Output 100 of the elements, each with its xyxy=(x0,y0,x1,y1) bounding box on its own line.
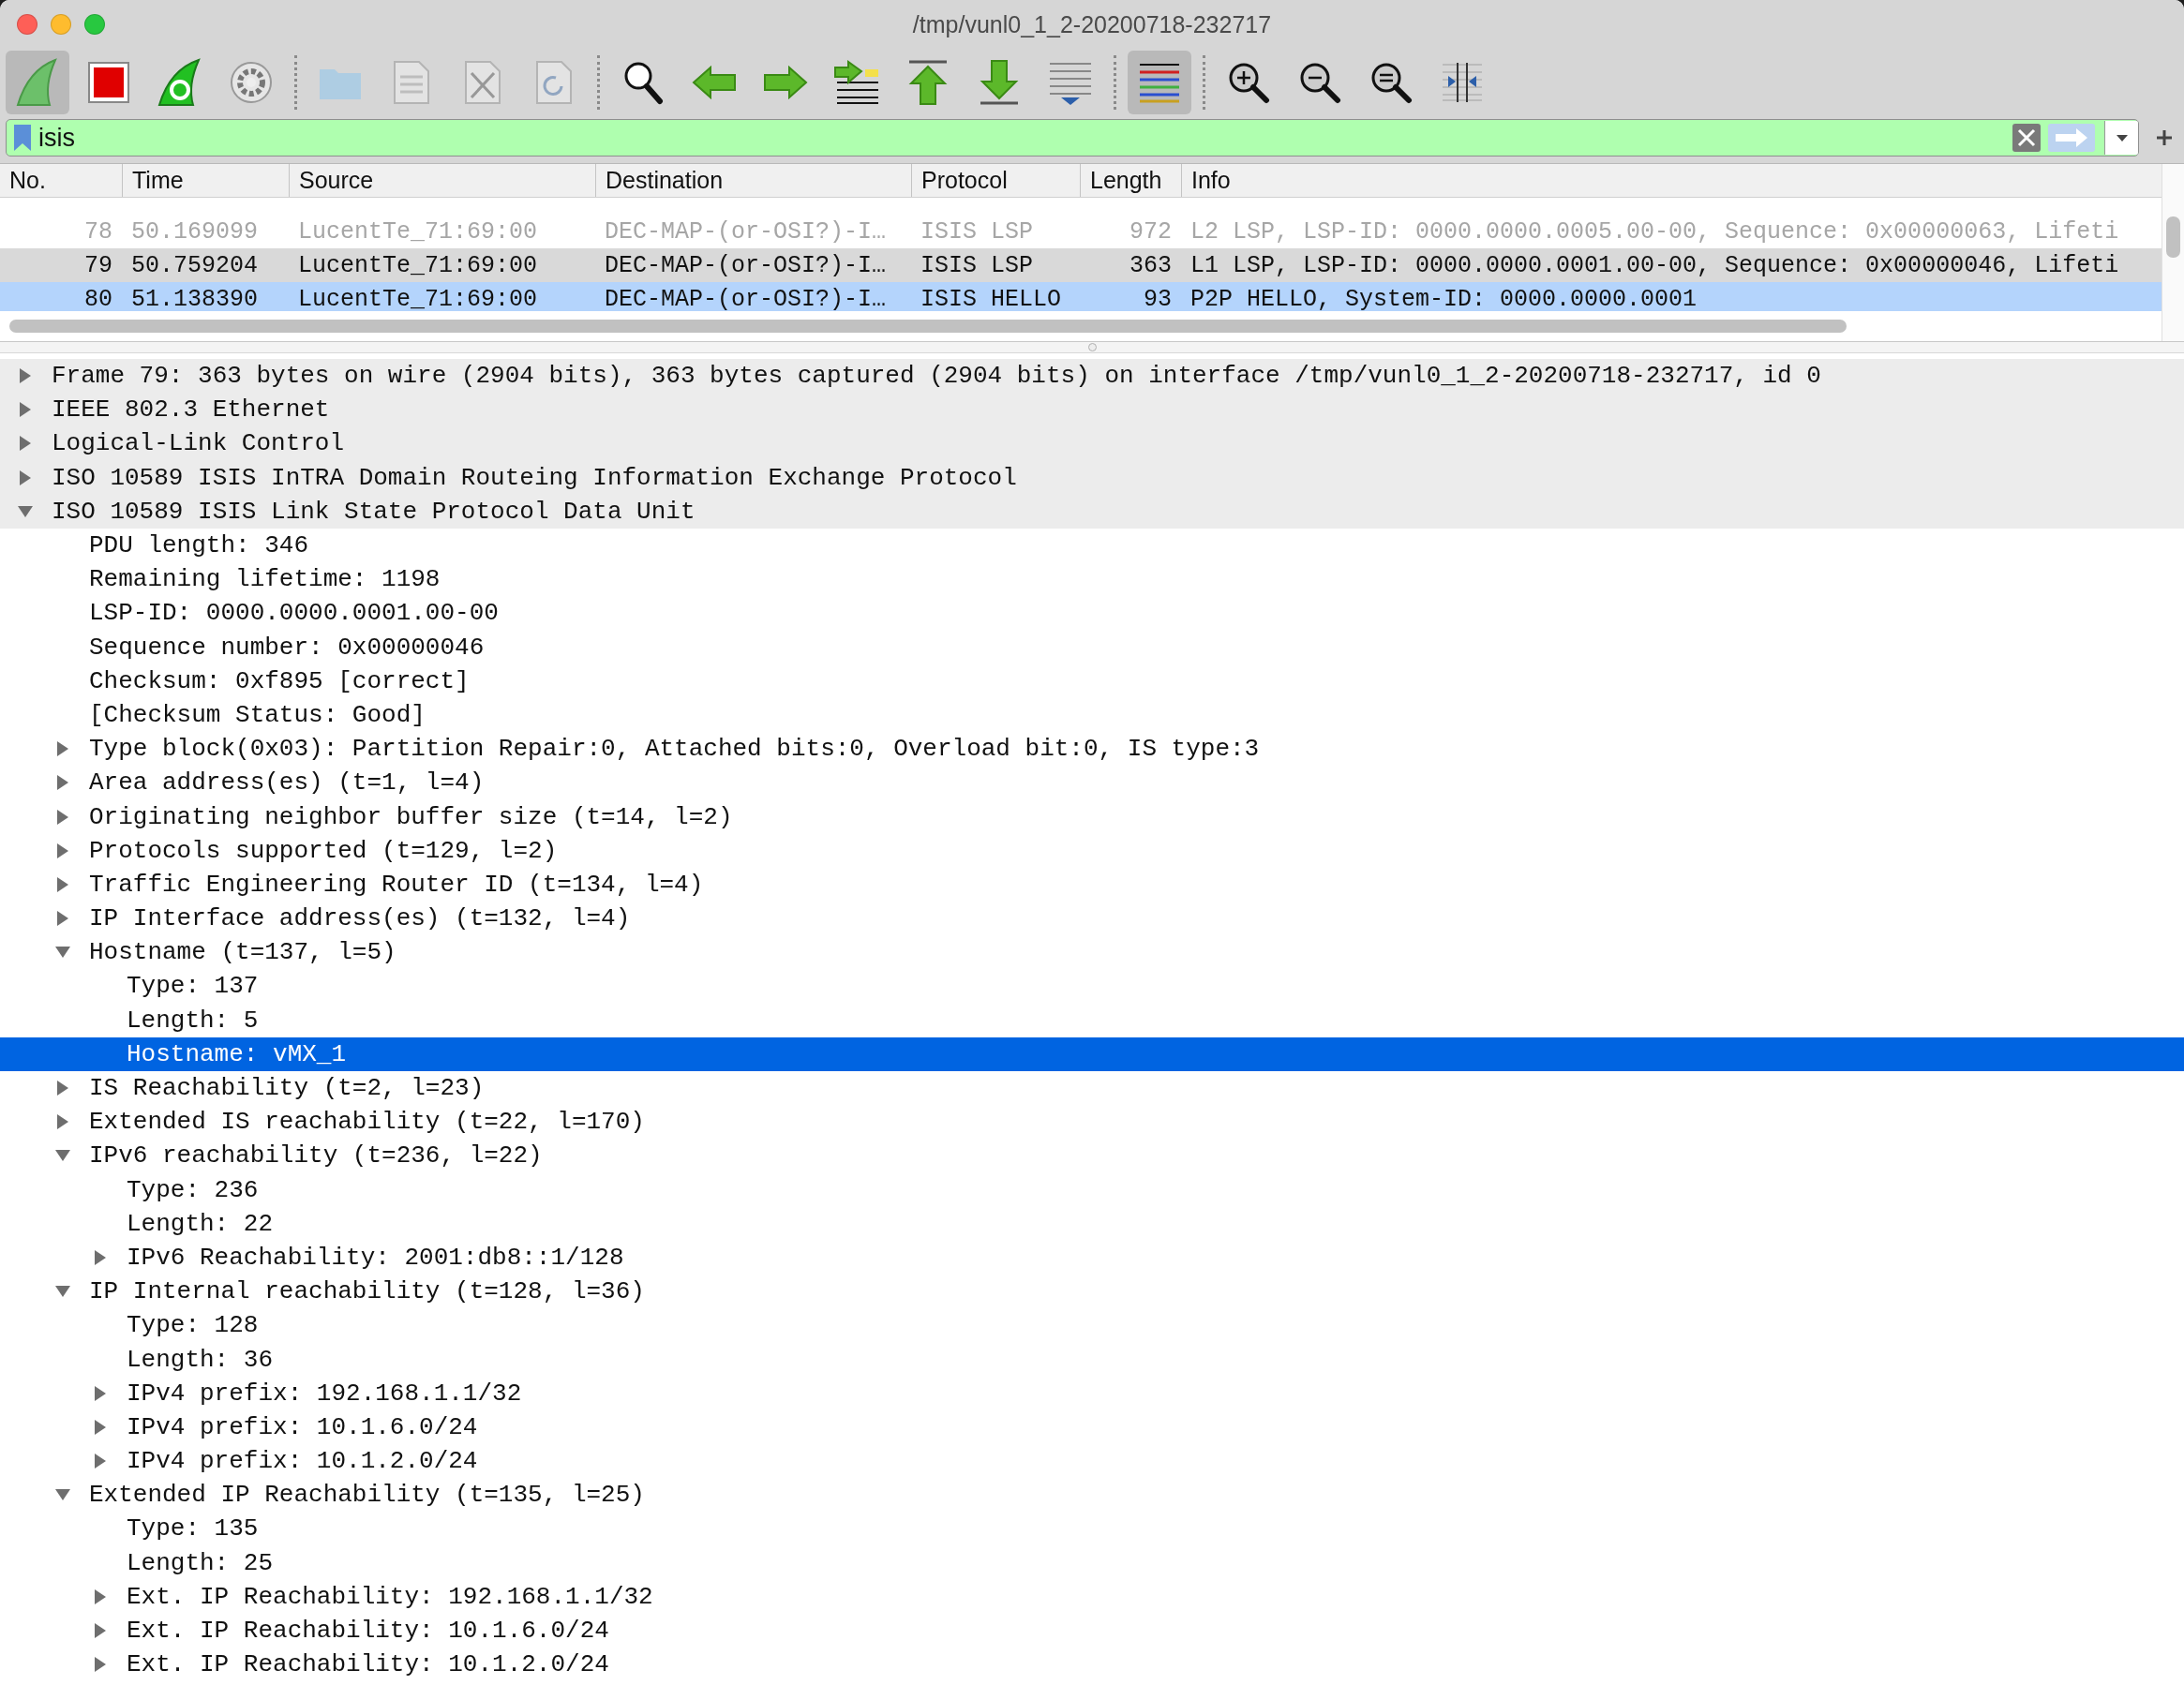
tree-item-text: Length: 36 xyxy=(127,1345,274,1374)
clear-filter-button[interactable] xyxy=(2012,124,2041,152)
up-arrow-icon xyxy=(907,59,949,106)
tree-item-text: IPv6 reachability (t=236, l=22) xyxy=(89,1141,543,1171)
tree-item-text: Protocols supported (t=129, l=2) xyxy=(89,836,558,865)
tree-item-text: Extended IS reachability (t=22, l=170) xyxy=(89,1108,645,1137)
expand-arrow-icon[interactable] xyxy=(94,1453,107,1470)
column-header[interactable]: No. xyxy=(9,167,46,194)
tree-item-text: Frame 79: 363 bytes on wire (2904 bits), 363 bytes captured (2904 bits) on interface /tmp/vunl0_1_2-20200718-232717, id 0 xyxy=(52,362,1821,391)
expand-arrow-icon[interactable] xyxy=(56,740,69,758)
bookmark-icon[interactable] xyxy=(12,124,33,152)
expand-arrow-icon[interactable] xyxy=(56,1113,69,1131)
scrollbar-thumb[interactable] xyxy=(2166,216,2180,258)
table-cell-text: L1 LSP, LSP-ID: 0000.0000.0001.00-00, Sequence: 0x00000046, Lifeti xyxy=(1189,251,2120,279)
collapse-arrow-icon[interactable] xyxy=(54,946,71,960)
column-header[interactable]: Length xyxy=(1090,167,1162,194)
recent-filters-dropdown[interactable] xyxy=(2104,121,2138,155)
tree-row[interactable]: Logical-Link Control xyxy=(0,426,2184,461)
filter-field[interactable]: isis xyxy=(6,119,2139,157)
tree-item-text: Length: 5 xyxy=(127,1006,259,1035)
down-arrow-icon xyxy=(979,59,1020,106)
caret-icon xyxy=(2115,133,2129,142)
tree-item-text: IEEE 802.3 Ethernet xyxy=(52,395,330,425)
tree-item-text: [Checksum Status: Good] xyxy=(89,700,426,729)
collapse-arrow-icon[interactable] xyxy=(17,504,34,518)
tree-item-text: Checksum: 0xf895 [correct] xyxy=(89,666,470,695)
expand-arrow-icon[interactable] xyxy=(56,808,69,826)
expand-arrow-icon[interactable] xyxy=(56,774,69,792)
tree-item-text: Logical-Link Control xyxy=(52,429,345,458)
tree-item-text: ISO 10589 ISIS InTRA Domain Routeing Information Exchange Protocol xyxy=(52,463,1017,492)
expand-arrow-icon[interactable] xyxy=(19,401,32,419)
table-cell-text: P2P HELLO, System-ID: 0000.0000.0001 xyxy=(1189,285,1698,311)
window-title: /tmp/vunl0_1_2-20200718-232717 xyxy=(912,10,1272,37)
expand-arrow-icon[interactable] xyxy=(94,1588,107,1605)
column-header[interactable]: Destination xyxy=(606,167,724,194)
tree-row[interactable]: Hostname: vMX_1 xyxy=(0,1036,2184,1071)
expand-arrow-icon[interactable] xyxy=(56,875,69,893)
column-header[interactable]: Time xyxy=(132,167,184,194)
right-arrow-icon xyxy=(763,66,808,99)
table-cell-text: 50.759204 xyxy=(130,251,260,279)
expand-arrow-icon[interactable] xyxy=(94,1248,107,1266)
column-header[interactable]: Protocol xyxy=(921,167,1008,194)
expand-arrow-icon[interactable] xyxy=(19,367,32,385)
scrollbar-thumb[interactable] xyxy=(9,320,1847,333)
collapse-arrow-icon[interactable] xyxy=(54,1285,71,1299)
tree-item-text: Ext. IP Reachability: 192.168.1.1/32 xyxy=(127,1582,653,1611)
expand-arrow-icon[interactable] xyxy=(56,842,69,859)
table-cell-text: 93 xyxy=(1143,285,1173,311)
tree-item-text: Type: 128 xyxy=(127,1311,259,1340)
expand-arrow-icon[interactable] xyxy=(94,1656,107,1674)
gear-icon xyxy=(229,60,274,105)
right-arrow-icon xyxy=(2054,127,2089,148)
start-capture-button[interactable] xyxy=(6,51,69,114)
table-cell-text: DEC-MAP-(or-OSI?)-I… xyxy=(604,251,888,279)
tree-row[interactable]: IEEE 802.3 Ethernet xyxy=(0,393,2184,427)
packet-row[interactable]: 79 50.759204 LucentTe_71:69:00 DEC-MAP-(or-OSI?)-I… ISIS LSP 363 L1 LSP, LSP-ID: 0000.0000.0001.00-00, Sequence: 0x00000046, Lifeti xyxy=(0,248,2162,282)
expand-arrow-icon[interactable] xyxy=(94,1418,107,1436)
table-cell-text: 363 xyxy=(1129,251,1173,279)
tree-item-text: Area address(es) (t=1, l=4) xyxy=(89,768,485,798)
table-cell-text: LucentTe_71:69:00 xyxy=(297,285,539,311)
close-window-button[interactable] xyxy=(17,14,37,35)
expand-arrow-icon[interactable] xyxy=(94,1622,107,1640)
tree-row[interactable]: ISO 10589 ISIS InTRA Domain Routeing Information Exchange Protocol xyxy=(0,460,2184,495)
expand-arrow-icon[interactable] xyxy=(19,435,32,453)
tree-item-text: Extended IP Reachability (t=135, l=25) xyxy=(89,1481,645,1510)
tree-item-text: Hostname: vMX_1 xyxy=(127,1039,347,1068)
tree-row[interactable]: ISO 10589 ISIS Link State Protocol Data Unit xyxy=(0,494,2184,529)
colored-lines-icon xyxy=(1138,61,1181,104)
collapse-arrow-icon[interactable] xyxy=(54,1488,71,1502)
expand-arrow-icon[interactable] xyxy=(19,469,32,486)
zoom-in-icon xyxy=(1227,61,1270,104)
table-cell-text: 78 xyxy=(83,217,113,246)
tree-item-text: Type block(0x03): Partition Repair:0, Attached bits:0, Overload bit:0, IS type:3 xyxy=(89,735,1260,764)
display-filter-field[interactable]: isis xyxy=(33,122,2012,154)
table-cell-text: ISIS HELLO xyxy=(920,285,1063,311)
tree-item-text: Originating neighbor buffer size (t=14, l=2) xyxy=(89,802,733,831)
tree-item-text: IPv4 prefix: 10.1.6.0/24 xyxy=(127,1412,478,1441)
tree-item-text: Length: 22 xyxy=(127,1209,274,1238)
search-icon xyxy=(622,60,664,105)
expand-arrow-icon[interactable] xyxy=(56,910,69,928)
packet-row[interactable]: 80 51.138390 LucentTe_71:69:00 DEC-MAP-(or-OSI?)-I… ISIS HELLO 93 P2P HELLO, System-ID: 0000.0000.0001 xyxy=(0,282,2162,311)
tree-row[interactable]: Frame 79: 363 bytes on wire (2904 bits), 363 bytes captured (2904 bits) on interface /tmp/vunl0_1_2-20200718-232717, id 0 xyxy=(0,359,2184,394)
tree-item-text: Ext. IP Reachability: 10.1.6.0/24 xyxy=(127,1617,609,1646)
collapse-arrow-icon[interactable] xyxy=(54,1149,71,1163)
tree-item-text: Type: 135 xyxy=(127,1514,259,1543)
splitter-handle[interactable] xyxy=(1087,343,1097,351)
expand-arrow-icon[interactable] xyxy=(94,1384,107,1402)
table-cell-text: ISIS LSP xyxy=(920,251,1035,279)
table-cell-text: 79 xyxy=(83,251,113,279)
expand-arrow-icon[interactable] xyxy=(56,1080,69,1097)
stop-icon xyxy=(87,61,130,104)
column-header[interactable]: Source xyxy=(299,167,374,194)
tree-item-text: Remaining lifetime: 1198 xyxy=(89,565,441,594)
resize-columns-icon xyxy=(1441,61,1484,104)
column-header[interactable]: Info xyxy=(1191,167,1231,194)
tree-item-text: IPv4 prefix: 10.1.2.0/24 xyxy=(127,1447,478,1476)
colorize-button[interactable] xyxy=(1128,51,1191,114)
tree-item-text: Type: 137 xyxy=(127,972,259,1001)
autoscroll-lines-icon xyxy=(1048,60,1093,105)
zoom-reset-icon xyxy=(1369,61,1413,104)
